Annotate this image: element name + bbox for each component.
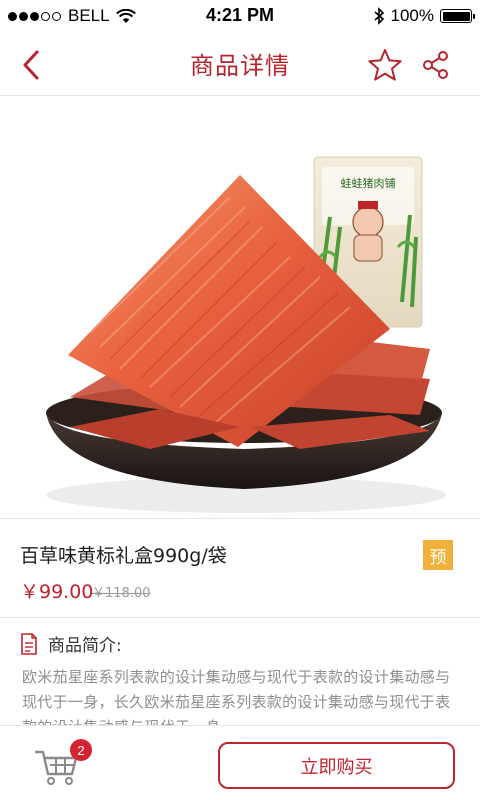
battery-fill: [442, 11, 470, 21]
product-name: 百草味黄标礼盒990g/袋: [20, 545, 227, 567]
battery-percent: 100%: [390, 6, 434, 25]
buy-now-button[interactable]: 立即购买: [218, 742, 455, 789]
bluetooth-icon: [373, 7, 384, 25]
product-intro: 商品简介: 欧米茄星座系列表款的设计集动感与现代于表款的设计集动感与现代于一身，…: [0, 619, 480, 725]
bottom-bar: 2 立即购买: [0, 725, 480, 800]
intro-header: 商品简介:: [20, 631, 122, 656]
intro-text: 欧米茄星座系列表款的设计集动感与现代于表款的设计集动感与现代于一身，长久欧米茄星…: [22, 668, 451, 725]
package-label: 蛙蛙猪肉铺: [341, 177, 396, 190]
share-icon: [423, 51, 448, 79]
battery-icon: [440, 9, 475, 23]
share-button[interactable]: [419, 48, 453, 82]
presale-badge: 预: [423, 540, 453, 570]
product-image[interactable]: 蛙蛙猪肉铺: [0, 97, 480, 517]
document-icon: [21, 632, 37, 655]
page-title: 商品详情: [190, 52, 290, 80]
star-outline-icon: [368, 49, 402, 81]
cart-count-badge: 2: [70, 739, 92, 761]
status-right: 100%: [373, 6, 475, 26]
product-info: 百草味黄标礼盒990g/袋 预 ￥99.00 ￥118.00: [0, 518, 480, 618]
product-photo: 蛙蛙猪肉铺: [46, 156, 446, 513]
nav-bar: 商品详情: [0, 34, 480, 96]
favorite-button[interactable]: [366, 46, 404, 84]
product-price: ￥99.00: [20, 581, 94, 603]
original-price: ￥118.00: [92, 586, 151, 601]
status-bar: BELL 4:21 PM 100%: [0, 0, 480, 34]
intro-label: 商品简介:: [48, 636, 122, 656]
